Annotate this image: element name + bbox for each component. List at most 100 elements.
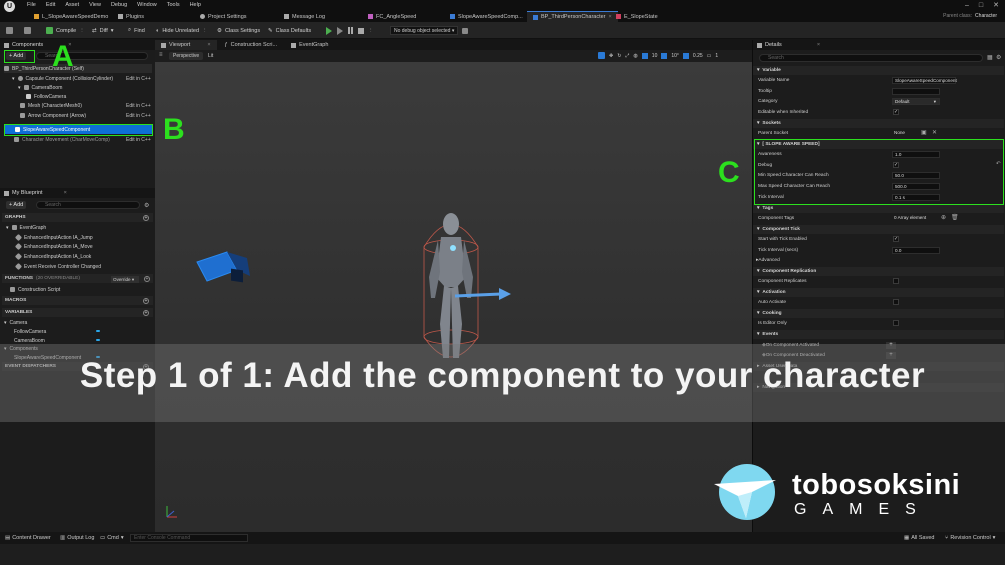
tree-item-capsule[interactable]: ▾ Capsule Component (CollisionCylinder) [12, 74, 113, 83]
debug-browse-icon[interactable] [462, 25, 468, 36]
hamburger-menu-icon[interactable]: ≡ [159, 52, 163, 58]
parent-class-link[interactable]: Character [975, 13, 997, 19]
menu-edit[interactable]: Edit [46, 2, 55, 8]
scale-snap-icon[interactable] [682, 52, 689, 59]
tab-level[interactable]: L_SlopeAwareSpeedDemo [28, 11, 114, 22]
parent-socket-value[interactable]: None [892, 130, 920, 137]
tick-interval-secs-field[interactable]: 0.0 [892, 247, 940, 254]
hide-unrelated-button[interactable]: ◐ Hide Unrelated ⋮ [156, 25, 208, 36]
category-dropdown[interactable]: Default ▾ [892, 98, 940, 105]
tab-curve[interactable]: FC_AngleSpeed [362, 11, 422, 22]
play-button[interactable] [326, 25, 332, 36]
debug-object-select[interactable]: No debug object selected ▾ [390, 26, 458, 35]
settings-gear-icon[interactable]: ⚙ [996, 54, 1001, 61]
tab-message-log[interactable]: Message Log [278, 11, 331, 22]
step-button[interactable] [337, 25, 343, 36]
console-command-input[interactable]: Enter Console Command [130, 534, 248, 542]
event-controller-changed[interactable]: Event Receive Controller Changed [14, 262, 101, 271]
details-section-sockets[interactable]: ▾ Sockets [753, 119, 1004, 128]
tree-item-cameraboom[interactable]: ▾ CameraBoom [18, 83, 62, 92]
close-tab-icon[interactable]: × [207, 42, 210, 48]
event-ia-look[interactable]: EnhancedInputAction IA_Look [14, 252, 91, 261]
more-options-icon[interactable]: ⋮ [79, 28, 85, 34]
close-panel-icon[interactable]: × [817, 42, 820, 48]
scale-tool-icon[interactable]: ⤢ [625, 53, 629, 59]
close-panel-icon[interactable]: × [64, 190, 67, 196]
menu-debug[interactable]: Debug [111, 2, 127, 8]
tab-eventgraph[interactable]: EventGraph [285, 40, 334, 50]
details-section-cooking[interactable]: ▾ Cooking [753, 309, 1004, 318]
unreal-logo-icon[interactable]: U [4, 1, 15, 12]
is-editor-only-checkbox[interactable] [893, 320, 899, 326]
section-variables[interactable]: VARIABLES + [2, 308, 153, 317]
tab-character-blueprint[interactable]: BP_ThirdPersonCharacter × [527, 11, 618, 22]
tab-plugins[interactable]: Plugins [112, 11, 150, 22]
editable-when-inherited-checkbox[interactable]: ✓ [893, 109, 899, 115]
menu-window[interactable]: Window [137, 2, 157, 8]
variable-name-field[interactable]: SlopeAwareSpeedComponent [892, 77, 957, 84]
select-tool-icon[interactable] [598, 52, 605, 59]
section-graphs[interactable]: GRAPHS + [2, 213, 153, 222]
tree-item-followcamera[interactable]: FollowCamera [26, 92, 66, 101]
graph-eventgraph[interactable]: ▾ EventGraph [6, 223, 46, 232]
rotate-tool-icon[interactable]: ↻ [617, 53, 621, 59]
add-graph-icon[interactable]: + [143, 214, 149, 221]
details-section-variable[interactable]: ▾ Variable [753, 66, 1004, 75]
tree-item-self[interactable]: BP_ThirdPersonCharacter (Self) [4, 64, 152, 73]
tab-construction-script[interactable]: ƒ Construction Scri... [219, 40, 284, 50]
menu-tools[interactable]: Tools [167, 2, 180, 8]
variable-followcamera[interactable]: FollowCamera [14, 327, 46, 336]
perspective-button[interactable]: Perspective [169, 52, 204, 60]
menu-help[interactable]: Help [190, 2, 201, 8]
details-section-activation[interactable]: ▾ Activation [753, 288, 1004, 297]
auto-activate-checkbox[interactable] [893, 299, 899, 305]
add-element-icon[interactable]: ⊕ [941, 214, 946, 221]
event-ia-jump[interactable]: EnhancedInputAction IA_Jump [14, 233, 93, 242]
more-options-icon[interactable]: ⋮ [202, 28, 208, 34]
tree-item-character-movement[interactable]: Character Movement (CharMoveComp) [14, 135, 110, 144]
tooltip-field[interactable] [892, 88, 940, 95]
minimize-icon[interactable]: – [965, 2, 969, 9]
grid-snap-icon[interactable] [641, 52, 648, 59]
play-options-button[interactable]: ⋮ [368, 25, 374, 36]
add-function-icon[interactable]: + [144, 276, 150, 282]
rotation-snap-icon[interactable] [661, 52, 668, 59]
edit-in-cpp-link[interactable]: Edit in C++ [126, 76, 151, 82]
compile-button[interactable]: Compile ⋮ [46, 25, 85, 36]
tree-item-arrow[interactable]: Arrow Component (Arrow) [20, 111, 86, 120]
output-log-button[interactable]: ▥ Output Log [60, 535, 94, 541]
edit-in-cpp-link[interactable]: Edit in C++ [126, 103, 151, 109]
add-member-button[interactable]: + Add [6, 201, 27, 209]
details-section-component-tick[interactable]: ▾ Component Tick [753, 225, 1004, 234]
tab-viewport[interactable]: Viewport × [155, 40, 217, 50]
menu-file[interactable]: File [27, 2, 36, 8]
pause-button[interactable] [348, 25, 353, 36]
component-replicates-checkbox[interactable] [893, 278, 899, 284]
tree-item-mesh[interactable]: Mesh (CharacterMesh0) [20, 101, 82, 110]
trash-icon[interactable]: 🗑 [951, 214, 959, 221]
save-icon[interactable] [6, 25, 13, 36]
settings-gear-icon[interactable]: ⚙ [144, 202, 149, 209]
menu-asset[interactable]: Asset [65, 2, 79, 8]
override-dropdown[interactable]: Override ▾ [111, 276, 139, 283]
cmd-dropdown[interactable]: ▭ Cmd ▾ [100, 535, 124, 541]
variable-group-camera[interactable]: ▾ Camera [4, 318, 27, 327]
details-section-events[interactable]: ▾ Events [753, 330, 1004, 339]
lit-button[interactable]: Lit [205, 52, 216, 60]
content-drawer-button[interactable]: ▤ Content Drawer [5, 535, 51, 541]
clear-icon[interactable]: ✕ [932, 129, 937, 136]
world-space-icon[interactable]: ◍ [633, 53, 637, 59]
close-window-icon[interactable]: ✕ [993, 1, 999, 9]
browse-icon[interactable] [24, 25, 31, 36]
section-macros[interactable]: MACROS + [2, 296, 153, 305]
details-section-replication[interactable]: ▾ Component Replication [753, 267, 1004, 276]
start-with-tick-checkbox[interactable]: ✓ [893, 236, 899, 242]
edit-in-cpp-link[interactable]: Edit in C++ [126, 113, 151, 119]
menu-view[interactable]: View [89, 2, 101, 8]
stop-button[interactable] [358, 25, 364, 36]
all-saved-indicator[interactable]: ▦ All Saved [904, 535, 934, 541]
tab-project-settings[interactable]: Project Settings [194, 11, 253, 22]
tab-component-blueprint[interactable]: SlopeAwareSpeedComp... [444, 11, 529, 22]
revision-control-button[interactable]: ⑂ Revision Control ▾ [945, 535, 995, 541]
function-construction-script[interactable]: Construction Script [10, 285, 60, 294]
